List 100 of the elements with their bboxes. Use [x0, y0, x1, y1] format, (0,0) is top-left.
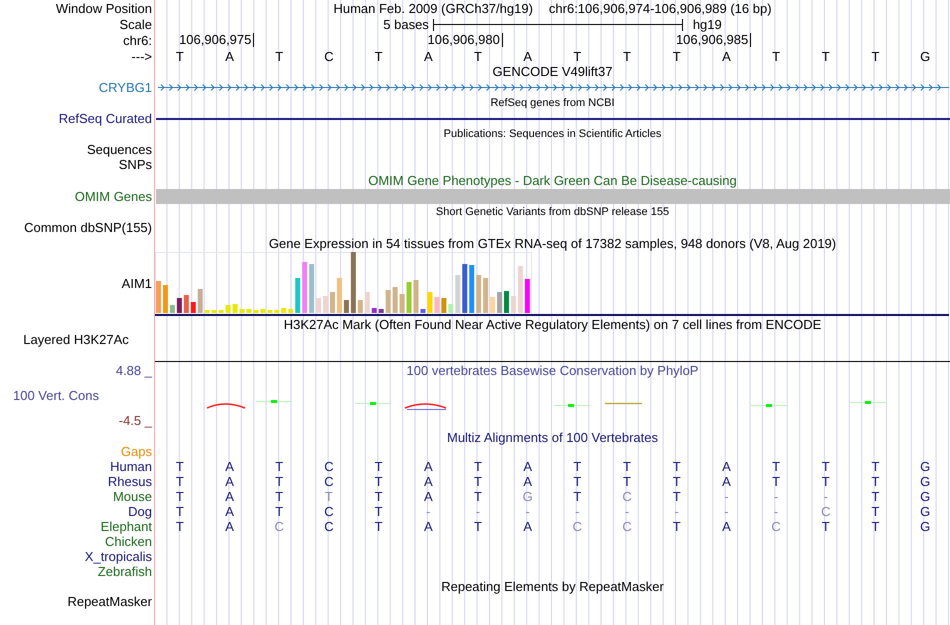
track-title: Short Genetic Variants from dbSNP release 155	[436, 205, 670, 219]
base-letter: -	[724, 489, 729, 504]
base-letter: T	[623, 459, 631, 474]
scale-text: 5 bases	[383, 17, 429, 32]
base-letter: A	[424, 519, 433, 534]
base-letter: T	[871, 49, 880, 64]
base-letter: T	[822, 519, 830, 534]
base-letter: -	[674, 504, 679, 519]
base-letter: T	[324, 489, 333, 504]
gene-line[interactable]	[156, 118, 950, 120]
base-letter: C	[572, 519, 582, 534]
base-letter: G	[920, 49, 930, 64]
track-title: RefSeq genes from NCBI	[490, 96, 615, 110]
track-title: H3K27Ac Mark (Often Found Near Active Regulatory Elements) on 7 cell lines from ENCODE	[284, 318, 822, 332]
base-letter: T	[176, 519, 184, 534]
base-letter: -	[476, 504, 480, 519]
base-letter: T	[573, 459, 582, 474]
base-letter: T	[374, 49, 383, 64]
base-letter: C	[274, 519, 284, 534]
row-label: Scale	[119, 18, 152, 32]
track-label[interactable]: Layered H3K27Ac	[23, 333, 129, 347]
base-letter: T	[374, 519, 383, 534]
base-letter: T	[672, 474, 681, 489]
track-title: 100 vertebrates Basewise Conservation by PhyloP	[406, 364, 698, 378]
base-letter: -	[624, 504, 630, 519]
base-letter: T	[871, 474, 880, 489]
axis-min-label: -4.5 _	[118, 414, 152, 428]
track-label[interactable]: AIM1	[122, 277, 152, 291]
base-letter: A	[225, 49, 234, 64]
track-label[interactable]: RepeatMasker	[67, 594, 152, 608]
base-letter: T	[275, 459, 284, 474]
track-label[interactable]: Human	[110, 460, 152, 474]
track-label[interactable]: CRYBG1	[98, 80, 152, 94]
assembly-title: Human Feb. 2009 (GRCh37/hg19)	[333, 1, 533, 16]
track-label[interactable]: SNPs	[118, 158, 152, 172]
base-letter: -	[525, 504, 530, 519]
base-letter: A	[225, 474, 234, 489]
track-label[interactable]: X_tropicalis	[84, 550, 152, 564]
track-label[interactable]: Mouse	[112, 490, 152, 504]
track-label[interactable]: 100 Vert. Cons	[13, 389, 99, 403]
assembly-label: hg19	[692, 17, 722, 32]
gene-track-drawing[interactable]	[156, 83, 948, 92]
base-letter: G	[522, 489, 533, 504]
base-letter: T	[474, 49, 482, 64]
base-letter: T	[474, 519, 482, 534]
base-letter: T	[176, 504, 184, 519]
base-letter: A	[225, 489, 234, 504]
base-letter: G	[920, 474, 930, 489]
track-title: Multiz Alignments of 100 Vertebrates	[446, 430, 658, 444]
base-letter: T	[374, 459, 383, 474]
base-letter: T	[822, 459, 830, 474]
base-letter: A	[722, 459, 731, 474]
base-letter: A	[523, 474, 532, 489]
track-title: OMIM Gene Phenotypes - Dark Green Can Be Disease-causing	[368, 174, 737, 188]
base-letter: -	[774, 504, 778, 519]
base-letter: T	[871, 519, 880, 534]
track-label[interactable]: Common dbSNP(155)	[24, 221, 152, 235]
base-letter: T	[672, 459, 681, 474]
track-label[interactable]: Rhesus	[108, 474, 152, 488]
track-label[interactable]: Chicken	[105, 534, 152, 548]
base-letter: A	[225, 519, 234, 534]
track-title: GENCODE V49lift37	[492, 65, 612, 79]
position-text: chr6:106,906,974-106,906,989 (16 bp)	[548, 1, 772, 16]
axis-max-label: 4.88 _	[116, 364, 152, 378]
base-letter: -	[575, 504, 580, 519]
track-label[interactable]: Sequences	[86, 142, 152, 156]
base-letter: C	[324, 474, 334, 489]
base-letter: -	[824, 489, 828, 504]
base-letter: A	[225, 459, 234, 474]
base-letter: C	[324, 519, 334, 534]
track-label[interactable]: Zebrafish	[98, 564, 152, 578]
base-letter: T	[772, 49, 780, 64]
base-letter: T	[871, 504, 880, 519]
base-letter: T	[474, 474, 482, 489]
base-letter: T	[822, 474, 830, 489]
base-letter: A	[424, 474, 433, 489]
base-letter: T	[672, 519, 681, 534]
track-label[interactable]: OMIM Genes	[74, 190, 152, 204]
coordinate-tick: 106,906,985	[676, 33, 752, 47]
base-letter: -	[426, 504, 430, 519]
base-letter: T	[871, 489, 880, 504]
expression-bar-drawing[interactable]	[155, 252, 532, 313]
track-title: Gene Expression in 54 tissues from GTEx RNA-seq of 17382 samples, 948 donors (V8, Aug 2019)	[268, 237, 836, 251]
base-letter: T	[772, 474, 780, 489]
base-letter: T	[474, 459, 482, 474]
base-letter: T	[871, 459, 880, 474]
track-title: Publications: Sequences in Scientific Articles	[444, 127, 662, 141]
track-label[interactable]: Dog	[128, 504, 152, 518]
base-letter: T	[275, 504, 284, 519]
base-letter: C	[821, 504, 830, 519]
base-letter: C	[324, 459, 334, 474]
base-letter: T	[772, 459, 780, 474]
base-letter: T	[176, 49, 184, 64]
base-letter: C	[622, 489, 632, 504]
track-label[interactable]: Elephant	[100, 520, 152, 534]
coordinate-tick: 106,906,980	[428, 33, 503, 47]
base-letter: T	[275, 489, 284, 504]
base-letter: C	[771, 519, 781, 534]
base-letter: G	[920, 489, 930, 504]
track-label[interactable]: RefSeq Curated	[58, 112, 152, 126]
